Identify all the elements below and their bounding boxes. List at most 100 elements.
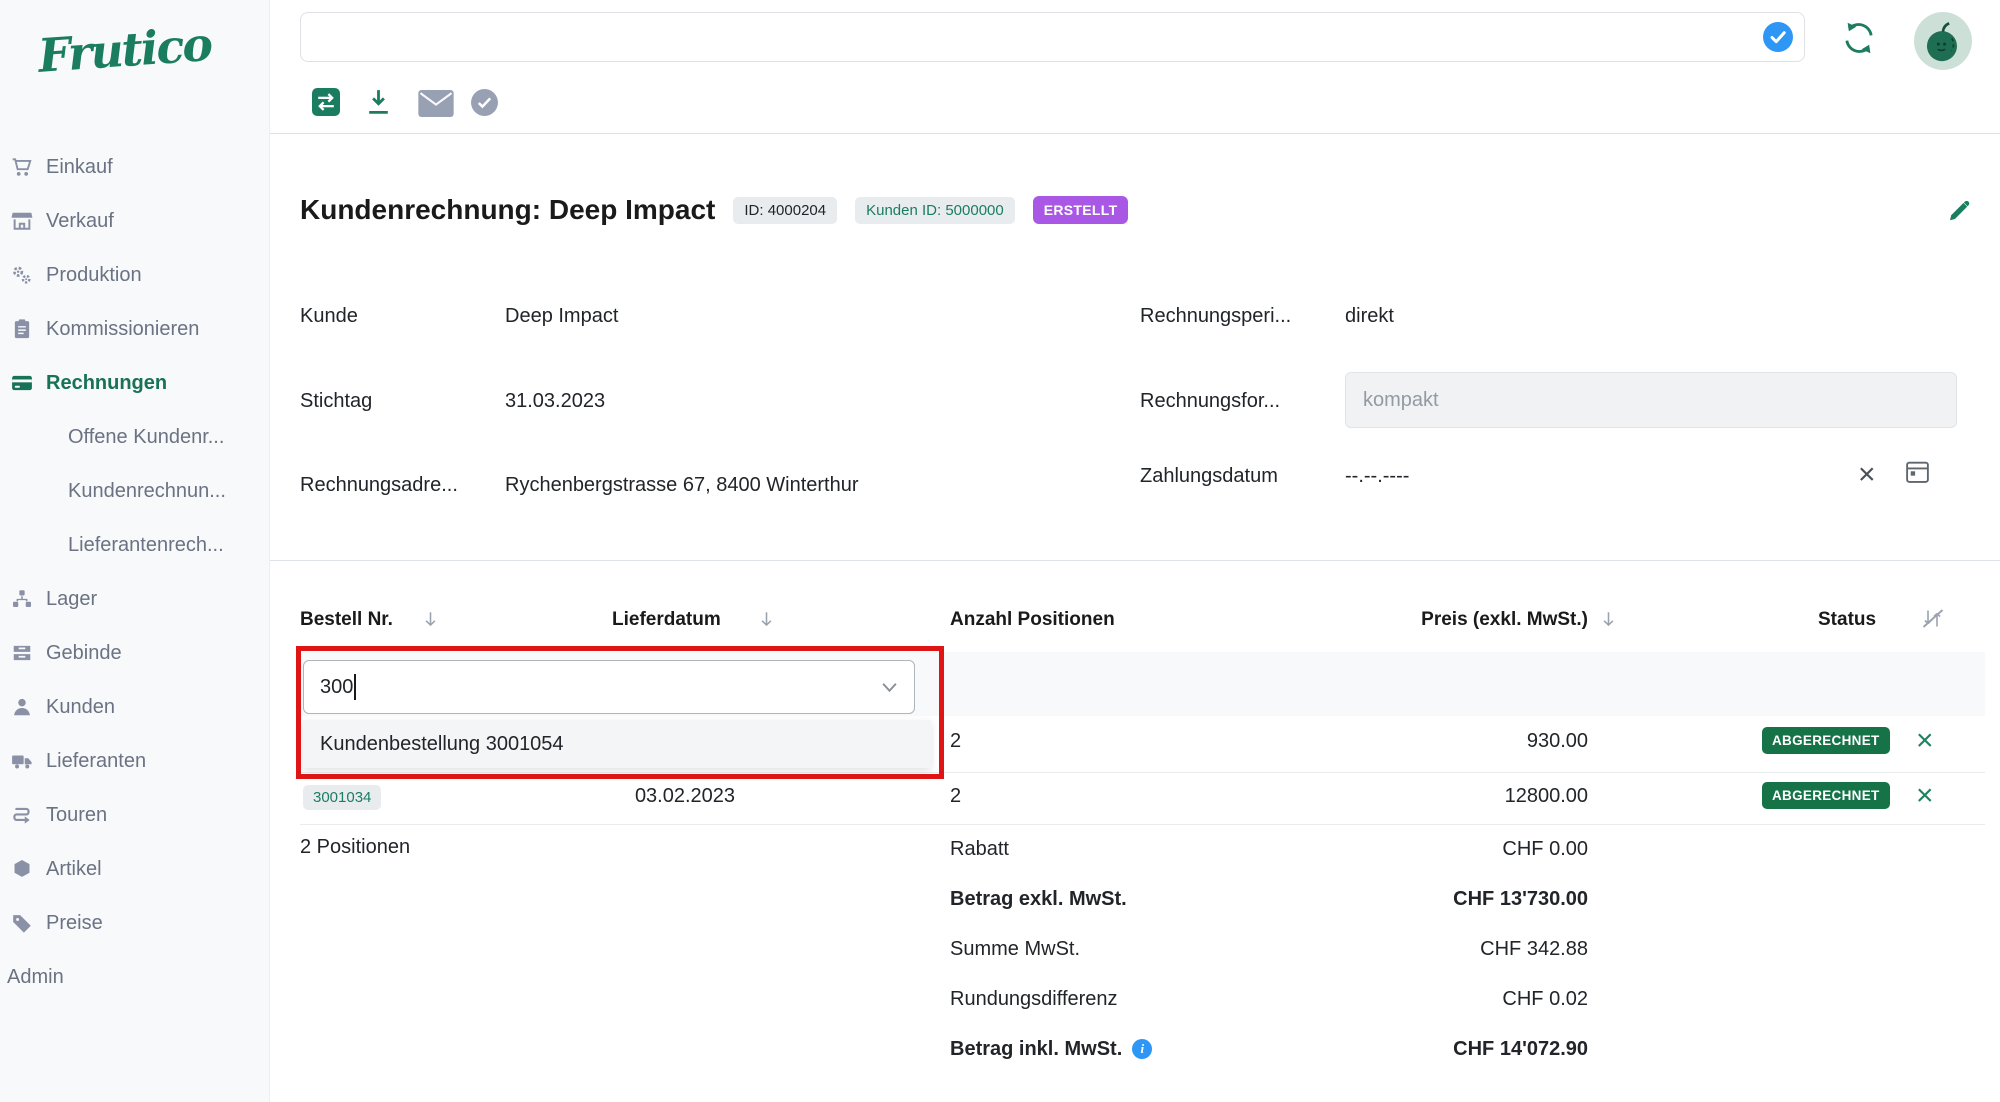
col-header-status[interactable]: Status [1818,605,1876,635]
row-divider [300,824,1985,825]
row2-remove-icon[interactable]: × [1916,783,1934,809]
sidebar-item-label: Kommissionieren [46,318,199,341]
clipboard-icon [10,317,34,341]
field-value-kunde: Deep Impact [505,305,618,328]
header-divider [270,133,2000,134]
container-icon [10,641,34,665]
row2-bestell-nr-badge[interactable]: 3001034 [303,785,381,810]
sidebar-item-artikel[interactable]: Artikel [0,842,270,896]
total-label-rundungsdifferenz: Rundungsdifferenz [950,984,1118,1014]
sidebar-item-kunden[interactable]: Kunden [0,680,270,734]
sidebar-item-lager[interactable]: Lager [0,572,270,626]
sidebar-item-gebinde[interactable]: Gebinde [0,626,270,680]
field-label-rechnungsperiode: Rechnungsperi... [1140,305,1291,328]
field-value-stichtag: 31.03.2023 [505,390,605,413]
route-icon [10,803,34,827]
sort-disabled-icon[interactable] [1920,606,1946,636]
customer-id-badge: Kunden ID: 5000000 [855,197,1015,224]
calendar-icon[interactable] [1904,458,1931,485]
row1-remove-icon[interactable]: × [1916,728,1934,754]
row1-status-badge: ABGERECHNET [1762,727,1890,754]
mail-icon[interactable] [418,90,454,117]
total-label-betrag-inkl-text: Betrag inkl. MwSt. [950,1038,1122,1060]
exchange-icon[interactable] [312,88,340,116]
field-value-zahlungsdatum: --.--.---- [1345,465,1409,488]
total-label-summe-mwst: Summe MwSt. [950,934,1080,964]
total-value-summe-mwst: CHF 342.88 [1300,934,1588,964]
row2-preis: 12800.00 [1300,785,1588,808]
total-value-rundungsdifferenz: CHF 0.02 [1300,984,1588,1014]
dropdown-option-label: Kundenbestellung 3001054 [320,733,564,756]
sidebar-item-einkauf[interactable]: Einkauf [0,140,270,194]
download-icon[interactable] [364,87,393,116]
truck-icon [10,749,34,773]
command-input[interactable] [300,12,1805,62]
sidebar-item-preise[interactable]: Preise [0,896,270,950]
field-label-zahlungsdatum: Zahlungsdatum [1140,465,1278,488]
sidebar-item-label: Admin [7,966,64,989]
field-value-rechnungsadresse: Rychenbergstrasse 67, 8400 Winterthur [505,474,859,497]
edit-pencil-icon[interactable] [1944,196,1974,226]
sidebar-item-label: Artikel [46,858,102,881]
user-avatar[interactable] [1914,12,1972,70]
sidebar-item-offene-kundenrechnungen[interactable]: Offene Kundenr... [0,410,270,464]
sidebar-item-kundenrechnungen[interactable]: Kundenrechnun... [0,464,270,518]
storefront-icon [10,209,34,233]
invoice-id-badge: ID: 4000204 [733,197,837,224]
row1-preis: 930.00 [1300,730,1588,753]
sidebar-item-label: Preise [46,912,103,935]
table-row [300,772,1985,824]
row2-lieferdatum: 03.02.2023 [560,785,810,808]
sidebar-item-label: Einkauf [46,156,113,179]
sidebar-item-lieferanten[interactable]: Lieferanten [0,734,270,788]
sort-down-icon[interactable] [422,610,439,633]
sidebar-item-verkauf[interactable]: Verkauf [0,194,270,248]
row2-anzahl: 2 [950,785,961,808]
app-logo[interactable]: Frutico [36,15,239,83]
col-header-anzahl-positionen[interactable]: Anzahl Positionen [950,605,1115,635]
clear-date-icon[interactable]: × [1858,462,1876,488]
confirm-check-icon[interactable] [1762,21,1794,53]
field-value-rechnungsperiode: direkt [1345,305,1394,328]
combobox-dropdown-option[interactable]: Kundenbestellung 3001054 [303,720,931,768]
person-icon [10,695,34,719]
app-root: Frutico Einkauf Verkauf Produktion Kommi… [0,0,2000,1102]
chevron-down-icon[interactable] [881,676,898,699]
total-label-rabatt: Rabatt [950,834,1009,864]
sort-down-icon[interactable] [1600,610,1617,633]
sidebar: Frutico Einkauf Verkauf Produktion Kommi… [0,0,270,1102]
col-header-bestell-nr[interactable]: Bestell Nr. [300,605,393,635]
sidebar-item-label: Offene Kundenr... [68,426,224,449]
total-value-betrag-inkl: CHF 14'072.90 [1300,1034,1588,1064]
total-label-betrag-inkl: Betrag inkl. MwSt. i [950,1034,1152,1064]
info-icon[interactable]: i [1132,1039,1152,1059]
gears-icon [10,263,34,287]
sidebar-item-lieferantenrechnungen[interactable]: Lieferantenrech... [0,518,270,572]
rechnungsformat-input[interactable]: kompakt [1345,372,1957,428]
check-circle-icon[interactable] [470,88,499,117]
sidebar-item-label: Produktion [46,264,142,287]
sort-down-icon[interactable] [758,610,775,633]
bestell-nr-combobox[interactable]: 300 [303,660,915,714]
sidebar-item-label: Lager [46,588,97,611]
sidebar-item-produktion[interactable]: Produktion [0,248,270,302]
rechnungsformat-value: kompakt [1363,389,1439,412]
sidebar-item-label: Touren [46,804,107,827]
sidebar-item-label: Kunden [46,696,115,719]
row1-anzahl: 2 [950,730,961,753]
sidebar-item-touren[interactable]: Touren [0,788,270,842]
field-label-stichtag: Stichtag [300,390,372,413]
hexagon-icon [10,857,34,881]
sidebar-item-kommissionieren[interactable]: Kommissionieren [0,302,270,356]
col-header-preis[interactable]: Preis (exkl. MwSt.) [1300,605,1588,635]
field-label-rechnungsformat: Rechnungsfor... [1140,390,1280,413]
sidebar-item-admin[interactable]: Admin [0,950,270,1004]
text-cursor [354,674,356,700]
sidebar-item-label: Kundenrechnun... [68,480,226,503]
section-divider [270,560,2000,561]
combobox-value: 300 [320,676,353,699]
sidebar-item-rechnungen[interactable]: Rechnungen [0,356,270,410]
col-header-lieferdatum[interactable]: Lieferdatum [612,605,721,635]
refresh-icon[interactable] [1840,20,1878,56]
cart-icon [10,155,34,179]
